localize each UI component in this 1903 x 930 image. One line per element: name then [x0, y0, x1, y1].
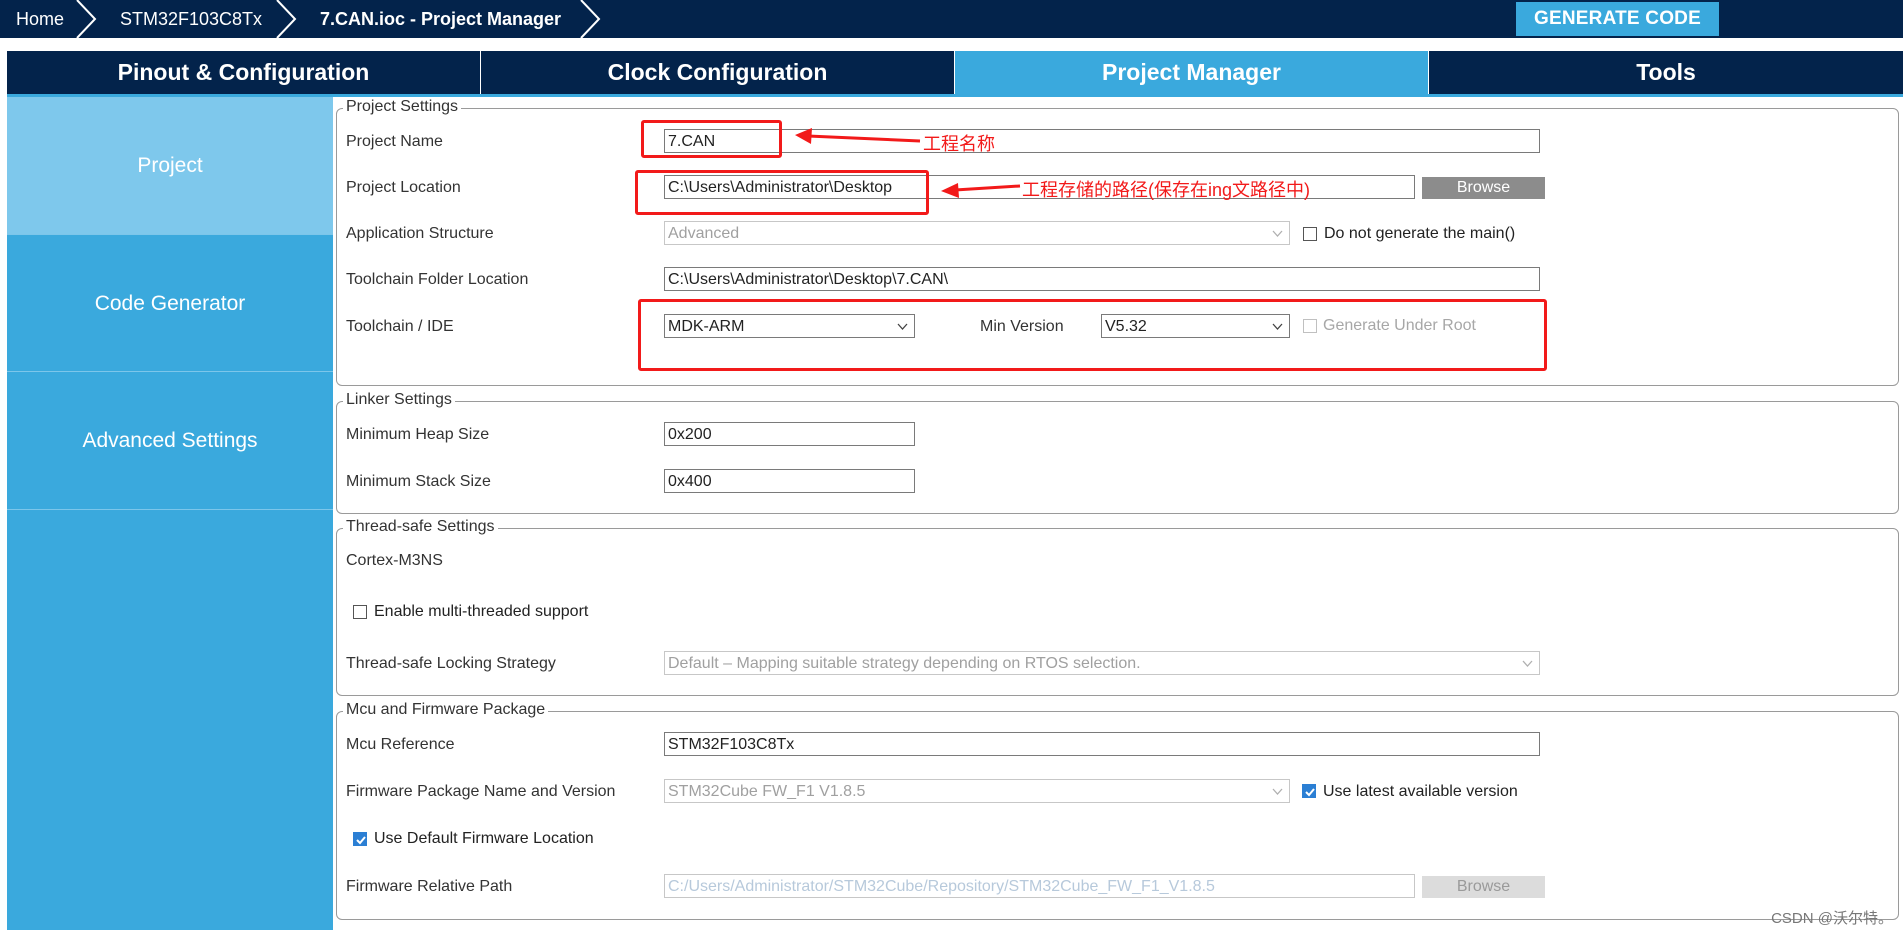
- toolchain-folder-input[interactable]: C:\Users\Administrator\Desktop\7.CAN\: [664, 267, 1540, 291]
- project-location-label: Project Location: [346, 179, 461, 196]
- use-latest-version-label: Use latest available version: [1323, 783, 1518, 800]
- multithread-checkbox[interactable]: [353, 605, 367, 619]
- app-structure-label: Application Structure: [346, 225, 494, 242]
- toolchain-ide-label: Toolchain / IDE: [346, 318, 454, 335]
- toolchain-folder-label: Toolchain Folder Location: [346, 271, 529, 288]
- annotation-box-toolchain: [638, 299, 1547, 371]
- linker-settings-group: Linker Settings: [336, 391, 1899, 514]
- multithread-label: Enable multi-threaded support: [374, 603, 589, 620]
- chevron-down-icon: [1272, 788, 1283, 795]
- sidebar-item-advanced-settings[interactable]: Advanced Settings: [7, 372, 333, 510]
- project-location-browse-button[interactable]: Browse: [1422, 177, 1545, 199]
- stack-size-input[interactable]: 0x400: [664, 469, 915, 493]
- firmware-package-label: Firmware Package Name and Version: [346, 783, 616, 800]
- locking-strategy-select[interactable]: Default – Mapping suitable strategy depe…: [664, 651, 1540, 675]
- thread-safe-legend: Thread-safe Settings: [343, 518, 498, 536]
- sidebar-item-project[interactable]: Project: [7, 97, 333, 235]
- tab-pinout-configuration[interactable]: Pinout & Configuration: [7, 51, 481, 94]
- heap-size-input[interactable]: 0x200: [664, 422, 915, 446]
- firmware-path-label: Firmware Relative Path: [346, 878, 513, 895]
- sidebar: Project Code Generator Advanced Settings: [7, 97, 333, 930]
- do-not-generate-main-label: Do not generate the main(): [1324, 225, 1516, 242]
- firmware-package-value: STM32Cube FW_F1 V1.8.5: [668, 783, 866, 800]
- main-tabs: Pinout & Configuration Clock Configurati…: [7, 51, 1903, 94]
- chevron-right-icon: [76, 0, 97, 38]
- do-not-generate-main-checkbox[interactable]: [1303, 227, 1317, 241]
- annotation-box-project-location: [635, 170, 929, 215]
- stack-size-label: Minimum Stack Size: [346, 473, 491, 490]
- tab-clock-configuration[interactable]: Clock Configuration: [481, 51, 955, 94]
- firmware-package-select[interactable]: STM32Cube FW_F1 V1.8.5: [664, 779, 1290, 803]
- use-default-firmware-checkbox[interactable]: [353, 832, 367, 846]
- project-name-label: Project Name: [346, 133, 443, 150]
- breadcrumb-bar: Home STM32F103C8Tx 7.CAN.ioc - Project M…: [0, 0, 1903, 38]
- breadcrumb-project[interactable]: 7.CAN.ioc - Project Manager: [320, 0, 561, 38]
- sidebar-item-code-generator[interactable]: Code Generator: [7, 235, 333, 372]
- mcu-reference-input[interactable]: STM32F103C8Tx: [664, 732, 1540, 756]
- annotation-project-name-note: 工程名称: [923, 134, 995, 154]
- chevron-down-icon: [1522, 660, 1533, 667]
- locking-strategy-label: Thread-safe Locking Strategy: [346, 655, 556, 672]
- linker-settings-legend: Linker Settings: [343, 391, 455, 409]
- use-default-firmware-label: Use Default Firmware Location: [374, 830, 594, 847]
- project-settings-legend: Project Settings: [343, 98, 462, 116]
- mcu-reference-label: Mcu Reference: [346, 736, 455, 753]
- chevron-right-icon: [580, 0, 601, 38]
- app-structure-value: Advanced: [668, 225, 740, 242]
- locking-strategy-value: Default – Mapping suitable strategy depe…: [668, 655, 1141, 672]
- annotation-project-location-note: 工程存储的路径(保存在ing文路径中): [1022, 180, 1311, 200]
- tab-tools[interactable]: Tools: [1429, 51, 1903, 94]
- chevron-right-icon: [276, 0, 297, 38]
- tab-project-manager[interactable]: Project Manager: [955, 51, 1429, 94]
- firmware-path-browse-button[interactable]: Browse: [1422, 876, 1545, 898]
- firmware-path-input[interactable]: C:/Users/Administrator/STM32Cube/Reposit…: [664, 874, 1415, 898]
- heap-size-label: Minimum Heap Size: [346, 426, 490, 443]
- mcu-firmware-legend: Mcu and Firmware Package: [343, 701, 549, 719]
- use-latest-version-checkbox[interactable]: [1302, 784, 1316, 798]
- watermark: CSDN @沃尔特。: [1771, 910, 1893, 927]
- checkmark-icon: [1305, 788, 1315, 797]
- annotation-box-project-name: [641, 120, 782, 158]
- breadcrumb-home[interactable]: Home: [16, 0, 64, 38]
- app-structure-select[interactable]: Advanced: [664, 221, 1290, 245]
- generate-code-button[interactable]: GENERATE CODE: [1516, 2, 1719, 36]
- chevron-down-icon: [1272, 230, 1283, 237]
- breadcrumb-mcu[interactable]: STM32F103C8Tx: [120, 0, 262, 38]
- core-label: Cortex-M3NS: [346, 552, 443, 569]
- checkmark-icon: [356, 836, 366, 845]
- project-name-input[interactable]: 7.CAN: [664, 129, 1540, 153]
